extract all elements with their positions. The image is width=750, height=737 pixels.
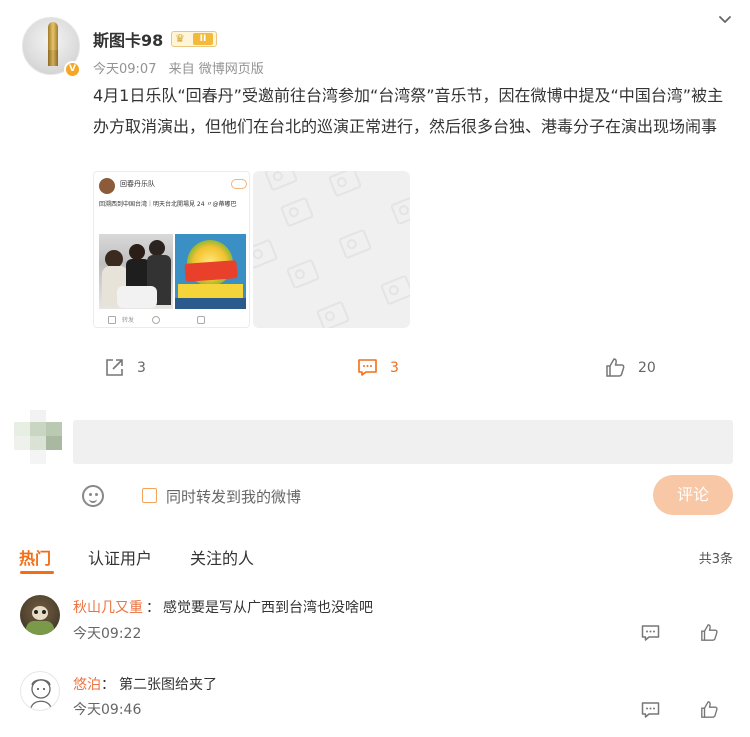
post-time[interactable]: 今天09:07 <box>93 62 156 77</box>
image-placeholder-icon <box>315 300 351 328</box>
image-placeholder-icon <box>389 194 410 226</box>
image-placeholder-icon <box>327 171 363 198</box>
band-post-line: 回溯西到中国台湾｜明天台北開場見 24 〃@蒂嘟巴 <box>99 201 237 208</box>
post-image-2-placeholder[interactable] <box>253 171 410 328</box>
comment-username[interactable]: 秋山几又重 <box>73 597 143 617</box>
comment-text: 感觉要是写从广西到台湾也没啥吧 <box>163 600 373 616</box>
emoji-icon[interactable] <box>82 485 104 507</box>
tab-hot[interactable]: 热门 <box>19 545 51 569</box>
comment-count: 3 <box>390 359 399 376</box>
comment-reply-icon[interactable] <box>641 701 660 723</box>
post-image-1[interactable]: 回春丹乐队 回溯西到中国台湾｜明天台北開場見 24 〃@蒂嘟巴 转发 <box>93 171 250 328</box>
comment-avatar[interactable] <box>20 595 60 635</box>
post-text: 4月1日乐队“回春丹”受邀前往台湾参加“台湾祭”音乐节，因在微博中提及“中国台湾… <box>93 86 724 136</box>
image-placeholder-icon <box>253 238 279 270</box>
submit-comment-button[interactable]: 评论 <box>653 475 733 515</box>
comment-text: 第二张图给夹了 <box>119 677 217 693</box>
comment-username[interactable]: 悠泊 <box>73 674 101 694</box>
comment-time: 今天09:46 <box>73 702 142 718</box>
poster-image <box>175 234 246 309</box>
image-placeholder-icon <box>337 228 373 260</box>
active-tab-indicator <box>20 571 54 574</box>
repost-icon <box>106 359 123 376</box>
image-placeholder-icon <box>285 258 321 290</box>
comment-time: 今天09:22 <box>73 626 142 642</box>
band-photo <box>99 234 173 309</box>
verified-icon: V <box>64 61 81 78</box>
image-placeholder-icon <box>379 274 410 306</box>
post-source: 来自 微博网页版 <box>168 62 264 77</box>
image-placeholder-icon <box>263 171 299 192</box>
band-avatar <box>99 178 115 194</box>
like-count: 20 <box>638 359 656 376</box>
comment-like-icon[interactable] <box>700 700 719 723</box>
image-placeholder-icon <box>279 196 315 228</box>
repost-count: 3 <box>137 359 146 376</box>
forward-label[interactable]: 同时转发到我的微博 <box>166 486 301 507</box>
comment-icon <box>358 359 377 376</box>
my-avatar-mosaic <box>14 410 64 465</box>
comment-button[interactable]: 3 <box>357 357 399 378</box>
follow-pill <box>231 179 247 189</box>
tab-verified-users[interactable]: 认证用户 <box>88 545 152 569</box>
image-footer-icons: 转发 <box>102 315 242 325</box>
crown-icon: ♛ <box>175 32 185 45</box>
level-label: II <box>193 33 213 45</box>
author-name[interactable]: 斯图卡98 <box>93 27 163 51</box>
bullet-image <box>48 22 58 66</box>
comment-reply-icon[interactable] <box>641 624 660 646</box>
tab-following[interactable]: 关注的人 <box>190 545 254 569</box>
comment-text-prefix: ： <box>101 677 115 693</box>
thumbs-up-icon <box>606 358 625 377</box>
section-divider <box>0 398 750 408</box>
post-meta: 今天09:07 来自 微博网页版 <box>93 58 272 77</box>
like-button[interactable]: 20 <box>605 357 656 378</box>
forward-checkbox[interactable] <box>142 488 157 503</box>
band-name: 回春丹乐队 <box>120 180 155 188</box>
repost-button[interactable]: 3 <box>104 357 146 378</box>
member-level-badge[interactable]: ♛ II <box>171 31 217 47</box>
comment-text-prefix: ： <box>146 600 160 616</box>
comment-total: 共3条 <box>698 552 733 567</box>
comment-like-icon[interactable] <box>700 623 719 646</box>
chevron-down-icon[interactable] <box>718 12 732 26</box>
comment-input[interactable] <box>73 420 733 464</box>
comment-avatar[interactable] <box>20 671 60 711</box>
